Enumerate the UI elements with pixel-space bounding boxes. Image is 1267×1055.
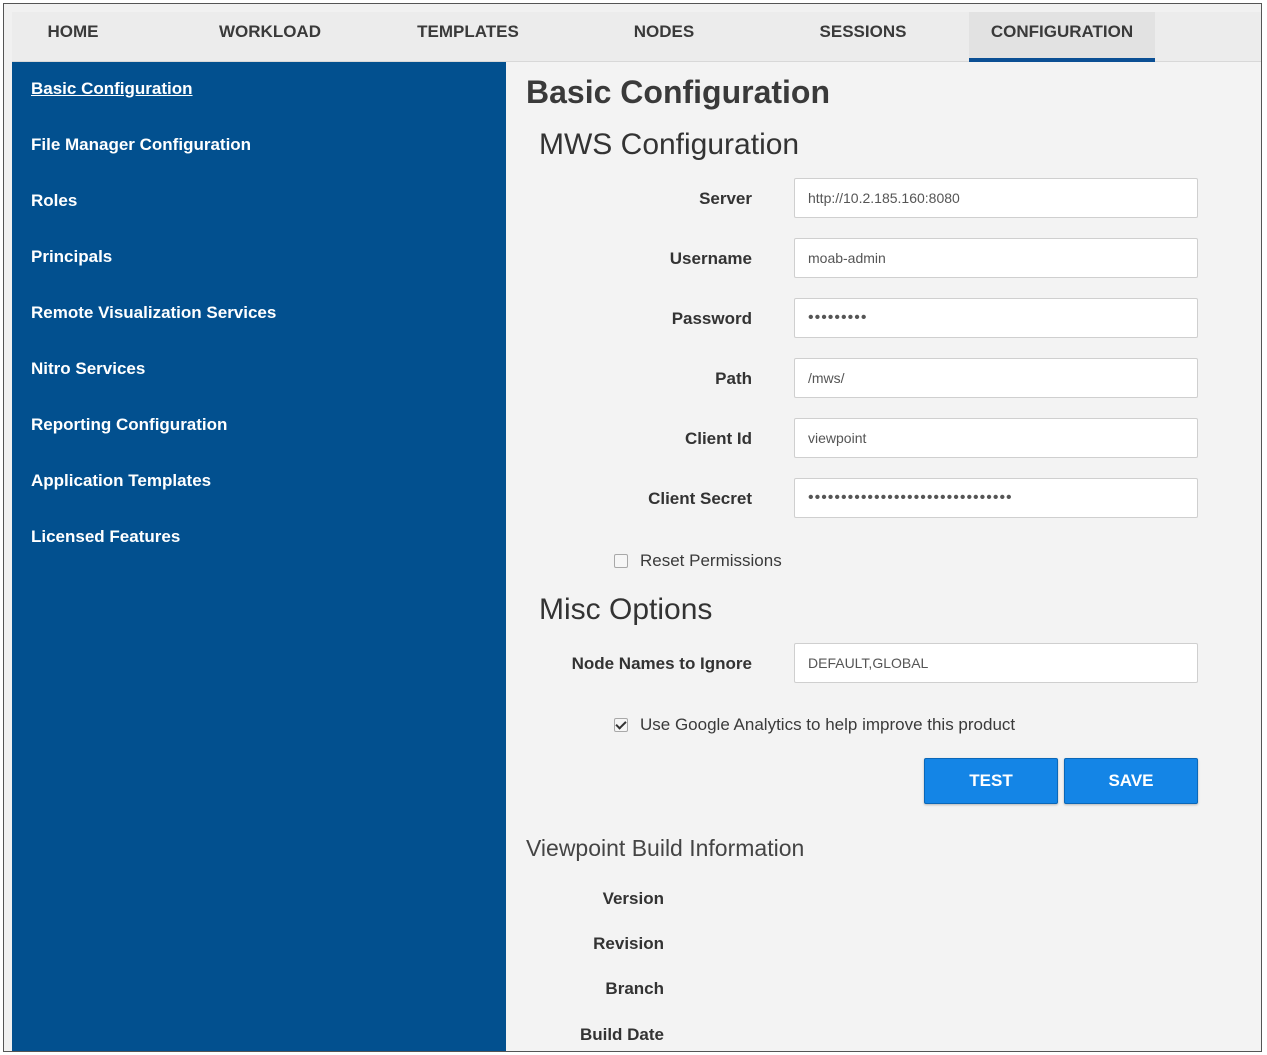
- tab-templates[interactable]: TEMPLATES: [370, 12, 566, 62]
- client-secret-input[interactable]: [794, 478, 1198, 518]
- analytics-label: Use Google Analytics to help improve thi…: [640, 715, 1016, 734]
- password-label: Password: [671, 309, 752, 328]
- client-id-label: Client Id: [684, 429, 752, 448]
- save-button[interactable]: SAVE: [1064, 758, 1198, 804]
- sidebar-item-remote-visualization-services[interactable]: Remote Visualization Services: [31, 303, 276, 323]
- sidebar-item-file-manager-configuration[interactable]: File Manager Configuration: [31, 135, 251, 155]
- sidebar-item-reporting-configuration[interactable]: Reporting Configuration: [31, 415, 227, 435]
- branch-label: Branch: [605, 979, 664, 998]
- test-button[interactable]: TEST: [924, 758, 1058, 804]
- version-label: Version: [602, 889, 664, 908]
- client-id-input[interactable]: [794, 418, 1198, 458]
- sidebar-item-licensed-features[interactable]: Licensed Features: [31, 527, 180, 547]
- node-names-input[interactable]: [794, 643, 1198, 683]
- tab-configuration[interactable]: CONFIGURATION: [969, 12, 1155, 62]
- reset-permissions-label: Reset Permissions: [640, 551, 782, 570]
- sidebar: Basic Configuration File Manager Configu…: [12, 62, 506, 1051]
- mws-configuration-heading: MWS Configuration: [539, 128, 800, 161]
- server-label: Server: [699, 189, 752, 208]
- tab-nodes[interactable]: NODES: [566, 12, 762, 62]
- misc-options-heading: Misc Options: [539, 593, 713, 626]
- analytics-row: Use Google Analytics to help improve thi…: [614, 715, 1015, 735]
- username-label: Username: [669, 249, 752, 268]
- top-nav: HOME WORKLOAD TEMPLATES NODES SESSIONS C…: [12, 12, 1261, 62]
- tab-sessions[interactable]: SESSIONS: [763, 12, 963, 62]
- node-names-label: Node Names to Ignore: [571, 654, 752, 673]
- build-date-label: Build Date: [579, 1025, 664, 1044]
- path-label: Path: [715, 369, 752, 388]
- revision-label: Revision: [593, 934, 664, 953]
- main-content: Basic Configuration MWS Configuration Se…: [506, 62, 1261, 1051]
- sidebar-item-basic-configuration[interactable]: Basic Configuration: [31, 79, 193, 99]
- server-input[interactable]: [794, 178, 1198, 218]
- sidebar-item-principals[interactable]: Principals: [31, 247, 112, 267]
- reset-permissions-checkbox[interactable]: [614, 554, 628, 568]
- tab-workload[interactable]: WORKLOAD: [170, 12, 370, 62]
- sidebar-item-roles[interactable]: Roles: [31, 191, 77, 211]
- username-input[interactable]: [794, 238, 1198, 278]
- sidebar-item-application-templates[interactable]: Application Templates: [31, 471, 211, 491]
- reset-permissions-row: Reset Permissions: [614, 551, 782, 571]
- build-info-heading: Viewpoint Build Information: [526, 835, 805, 861]
- client-secret-label: Client Secret: [648, 489, 752, 508]
- tab-home[interactable]: HOME: [12, 12, 134, 62]
- path-input[interactable]: [794, 358, 1198, 398]
- page-title: Basic Configuration: [526, 74, 831, 110]
- analytics-checkbox[interactable]: [614, 718, 628, 732]
- password-input[interactable]: [794, 298, 1198, 338]
- sidebar-item-nitro-services[interactable]: Nitro Services: [31, 359, 145, 379]
- app-window: HOME WORKLOAD TEMPLATES NODES SESSIONS C…: [3, 3, 1262, 1052]
